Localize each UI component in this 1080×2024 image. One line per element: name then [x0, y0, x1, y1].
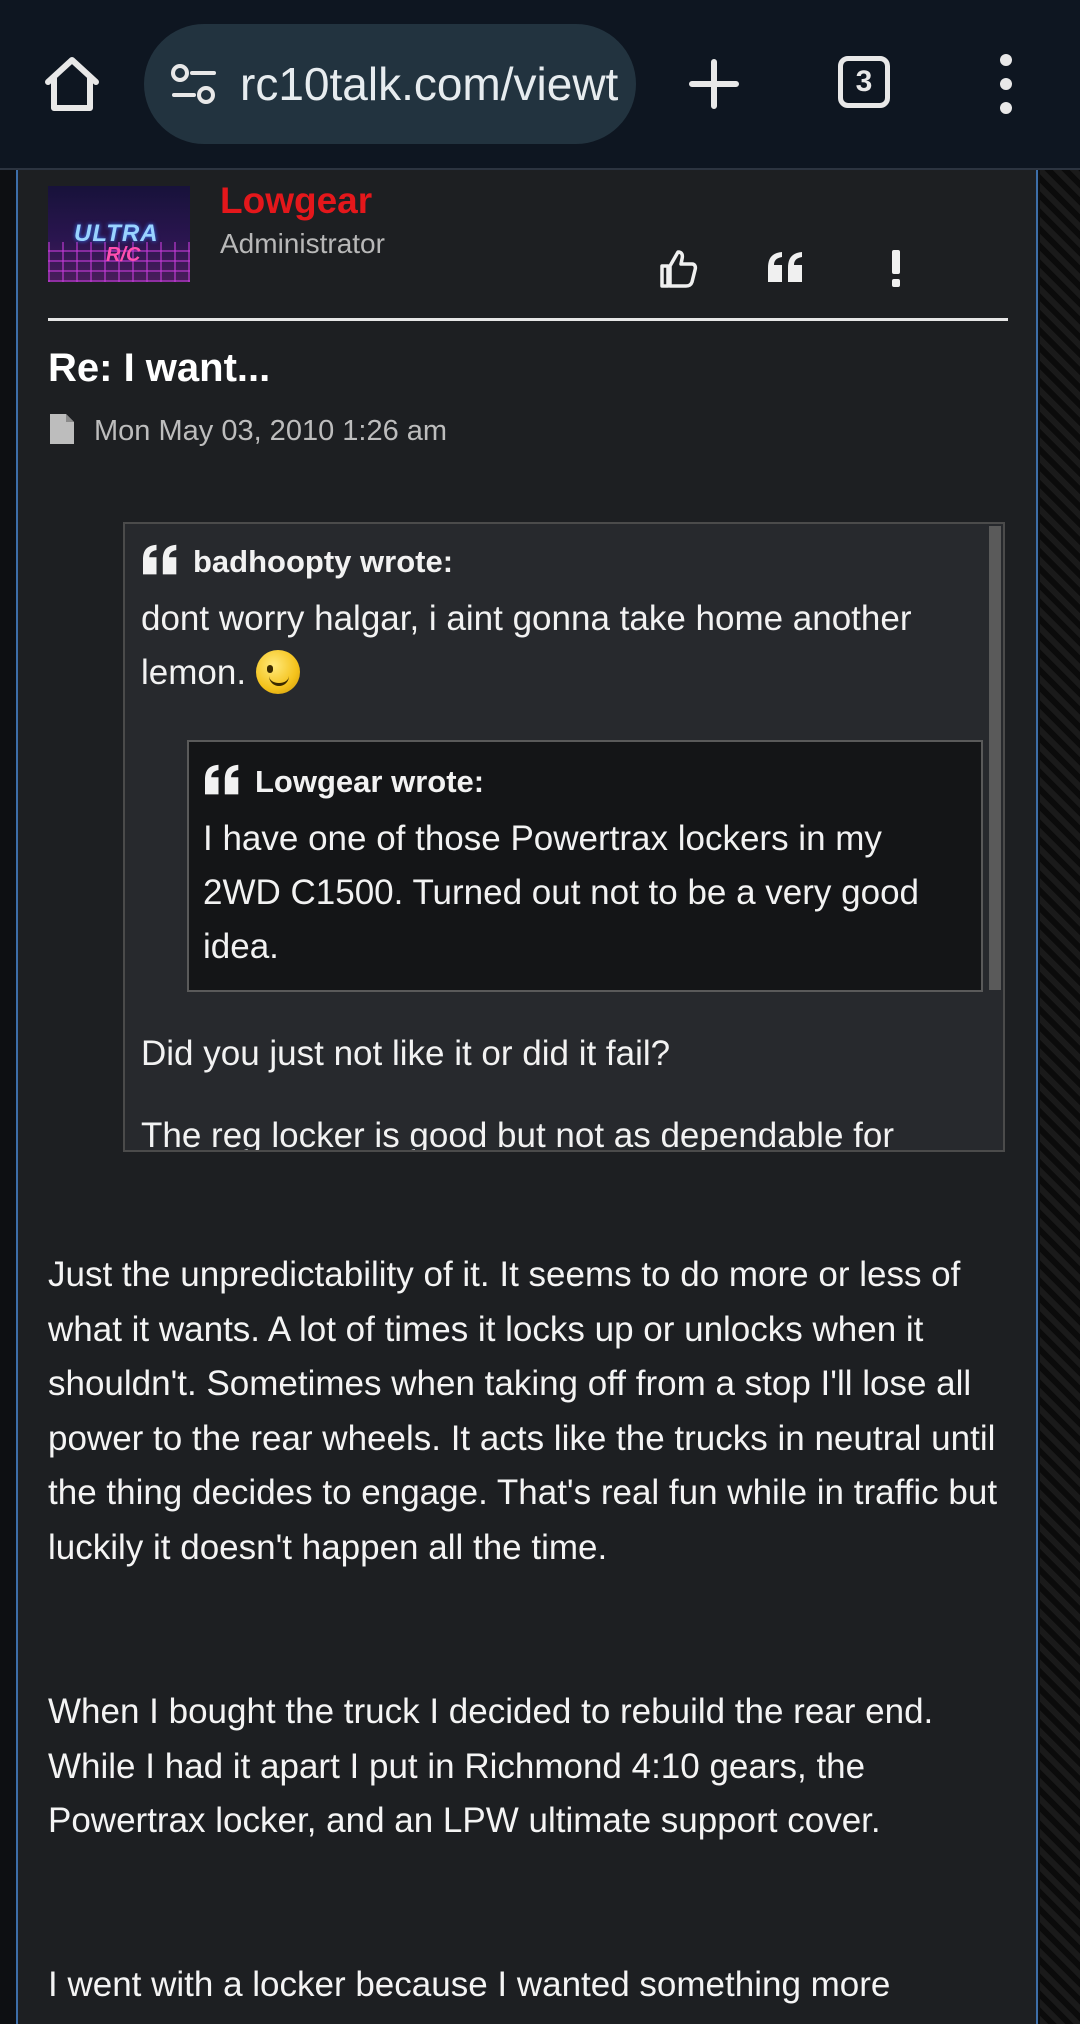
post-paragraph: Just the unpredictability of it. It seem…: [48, 1255, 998, 1567]
more-vert-icon[interactable]: [996, 54, 1016, 114]
home-icon[interactable]: [40, 52, 104, 116]
quote-author: badhoopty wrote:: [193, 544, 454, 579]
avatar-logo-subtext: R/C: [106, 244, 141, 266]
quote-icon: [143, 544, 177, 575]
browser-toolbar: rc10talk.com/viewtopic.php 3: [0, 0, 1080, 170]
tune-icon[interactable]: [170, 62, 218, 106]
file-icon[interactable]: [48, 412, 76, 446]
background-carbon: [1040, 170, 1080, 2024]
address-bar[interactable]: rc10talk.com/viewtopic.php: [144, 24, 636, 144]
exclamation-icon[interactable]: [874, 246, 918, 290]
quote-icon: [205, 764, 239, 795]
post-paragraph: When I bought the truck I decided to reb…: [48, 1692, 934, 1840]
avatar[interactable]: ULTRA R/C: [48, 186, 190, 282]
quote-icon[interactable]: [764, 246, 808, 290]
post-meta: Mon May 03, 2010 1:26 am: [48, 412, 447, 448]
thumbs-up-icon[interactable]: [656, 246, 700, 290]
tabs-button[interactable]: 3: [838, 56, 890, 108]
nested-quote-header: Lowgear wrote:: [203, 762, 484, 800]
post-title[interactable]: Re: I want...: [48, 346, 270, 391]
nested-quote-block: Lowgear wrote: I have one of those Power…: [187, 740, 983, 992]
plus-icon[interactable]: [686, 56, 742, 112]
quote-text: dont worry halgar, i aint gonna take hom…: [141, 599, 912, 694]
quote-followup-text: Did you just not like it or did it fail?: [141, 1034, 671, 1073]
url-text[interactable]: rc10talk.com/viewtopic.php: [240, 52, 620, 116]
post-divider: [48, 318, 1008, 321]
author-role: Administrator: [220, 228, 385, 259]
post-paragraph: I went with a locker because I wanted so…: [48, 1965, 891, 2004]
nested-quote-text: I have one of those Powertrax lockers in…: [203, 819, 919, 966]
author-name[interactable]: Lowgear: [220, 180, 372, 222]
quote-header: badhoopty wrote:: [141, 542, 453, 580]
nested-quote-author: Lowgear wrote:: [255, 764, 485, 799]
quote-scrollbar[interactable]: [989, 526, 1001, 990]
quote-cut-text: The reg locker is good but not as depend…: [141, 1116, 894, 1152]
post-date: Mon May 03, 2010 1:26 am: [94, 415, 448, 447]
quote-block[interactable]: badhoopty wrote: dont worry halgar, i ai…: [123, 522, 1005, 1152]
wink-smiley-icon: [255, 650, 300, 694]
